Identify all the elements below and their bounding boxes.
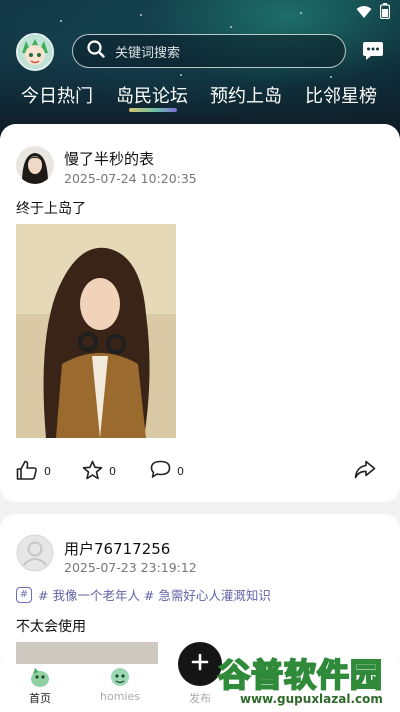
favorite-count: 0 bbox=[109, 465, 116, 478]
home-icon bbox=[29, 666, 51, 692]
post-image[interactable] bbox=[16, 642, 158, 664]
post-author-avatar[interactable] bbox=[16, 534, 54, 572]
watermark: 谷普软件园 www.gupuxlazal.com bbox=[217, 650, 398, 712]
topic-tags[interactable]: # 我像一个老年人 # 急需好心人灌溉知识 bbox=[38, 585, 271, 604]
tab-star-ranking[interactable]: 比邻星榜 bbox=[305, 82, 377, 108]
tab-island-forum[interactable]: 岛民论坛 bbox=[116, 82, 188, 108]
star-decoration bbox=[230, 26, 232, 28]
tab-hot-today[interactable]: 今日热门 bbox=[21, 82, 93, 108]
post-author-name[interactable]: 慢了半秒的表 bbox=[64, 148, 154, 169]
search-icon bbox=[87, 40, 105, 62]
search-placeholder: 关键词搜索 bbox=[115, 45, 181, 61]
post-topics[interactable]: # # 我像一个老年人 # 急需好心人灌溉知识 bbox=[16, 585, 271, 604]
favorite-button[interactable]: 0 bbox=[82, 460, 116, 483]
post-author-name[interactable]: 用户76717256 bbox=[64, 538, 170, 559]
post-timestamp: 2025-07-23 23:19:12 bbox=[64, 560, 197, 575]
plus-icon bbox=[191, 653, 209, 675]
star-decoration bbox=[180, 74, 182, 76]
post-feed[interactable]: 慢了半秒的表 2025-07-24 10:20:35 终于上岛了 0 0 0 用… bbox=[0, 124, 400, 664]
battery-icon bbox=[379, 3, 391, 23]
post-text: 不太会使用 bbox=[16, 619, 86, 635]
post-image[interactable] bbox=[16, 224, 176, 438]
active-tab-indicator bbox=[129, 108, 177, 112]
watermark-title: 谷普软件园 bbox=[217, 655, 384, 695]
wifi-icon bbox=[356, 4, 372, 23]
share-button[interactable] bbox=[354, 460, 376, 482]
post-author-avatar[interactable] bbox=[16, 146, 54, 184]
comment-bubble-icon bbox=[150, 460, 171, 482]
post-text: 终于上岛了 bbox=[16, 201, 86, 217]
share-arrow-icon bbox=[354, 460, 376, 482]
user-avatar[interactable] bbox=[16, 33, 54, 71]
search-input[interactable]: 关键词搜索 bbox=[72, 34, 346, 68]
nav-homies-label: homies bbox=[100, 690, 140, 703]
publish-button[interactable] bbox=[178, 642, 222, 686]
star-decoration bbox=[330, 76, 332, 78]
post-timestamp: 2025-07-24 10:20:35 bbox=[64, 171, 197, 186]
status-bar bbox=[0, 0, 400, 24]
post-actions: 0 0 0 bbox=[0, 460, 400, 484]
topic-hash-icon: # bbox=[16, 586, 32, 603]
mascot-avatar-icon bbox=[18, 35, 52, 69]
thumbs-up-icon bbox=[16, 460, 38, 483]
star-icon bbox=[82, 460, 103, 483]
comment-button[interactable]: 0 bbox=[150, 460, 184, 482]
like-button[interactable]: 0 bbox=[16, 460, 51, 483]
category-tabs: 今日热门 岛民论坛 预约上岛 比邻星榜 bbox=[0, 82, 400, 114]
like-count: 0 bbox=[44, 465, 51, 478]
watermark-url: www.gupuxlazal.com bbox=[240, 692, 383, 706]
tab-book-island[interactable]: 预约上岛 bbox=[210, 82, 282, 108]
comment-count: 0 bbox=[177, 464, 184, 478]
nav-home-label: 首页 bbox=[29, 692, 51, 705]
message-icon[interactable] bbox=[362, 41, 384, 65]
homies-icon bbox=[109, 666, 131, 692]
post-card[interactable]: 慢了半秒的表 2025-07-24 10:20:35 终于上岛了 0 0 0 bbox=[0, 124, 400, 502]
